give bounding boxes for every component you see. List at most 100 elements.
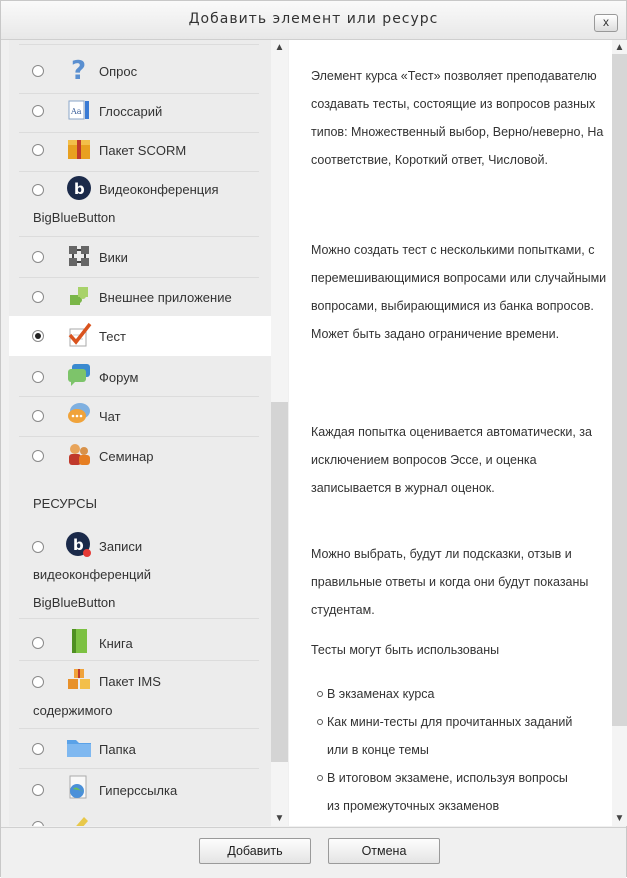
module-option-lti[interactable]: Внешнее приложение xyxy=(9,278,271,316)
bigbluebutton-icon: b xyxy=(65,174,93,202)
module-description: Элемент курса «Тест» позволяет преподава… xyxy=(289,40,612,826)
scroll-up-arrow-icon[interactable]: ▲ xyxy=(271,42,288,53)
dialog-titlebar: Добавить элемент или ресурс x xyxy=(1,1,626,40)
scroll-down-arrow-icon[interactable]: ▼ xyxy=(612,813,627,824)
radio-button[interactable] xyxy=(32,144,44,156)
chat-icon xyxy=(65,400,93,428)
workshop-icon xyxy=(65,440,93,468)
scroll-up-arrow-icon[interactable]: ▲ xyxy=(612,42,627,53)
add-button[interactable]: Добавить xyxy=(199,838,311,864)
dialog-title: Добавить элемент или ресурс xyxy=(188,11,439,27)
bullet-icon xyxy=(317,719,323,725)
radio-button[interactable] xyxy=(32,371,44,383)
separator xyxy=(19,768,259,769)
module-option-bbb-recordings[interactable]: b Записи видеоконференций BigBlueButton xyxy=(9,528,271,616)
radio-button[interactable] xyxy=(32,743,44,755)
module-label: Опрос xyxy=(99,64,138,79)
module-label-continued: BigBlueButton xyxy=(33,595,116,610)
module-option-quiz[interactable]: Тест xyxy=(9,316,271,356)
wiki-icon xyxy=(65,242,93,270)
description-scrollbar[interactable]: ▲ ▼ xyxy=(612,40,627,826)
module-label-continued: содержимого xyxy=(33,703,113,718)
module-label-continued: BigBlueButton xyxy=(33,210,116,225)
module-label: Глоссарий xyxy=(99,104,163,119)
module-label: Книга xyxy=(99,636,133,651)
radio-button[interactable] xyxy=(32,65,44,77)
ims-package-icon xyxy=(65,666,93,694)
separator xyxy=(19,44,259,45)
url-icon xyxy=(65,774,93,802)
radio-button[interactable] xyxy=(32,637,44,649)
glossary-icon: Aa xyxy=(65,96,93,124)
svg-text:?: ? xyxy=(71,57,86,83)
module-label: Форум xyxy=(99,370,139,385)
module-label: Гиперссылка xyxy=(99,783,178,798)
radio-button-selected[interactable] xyxy=(32,330,44,342)
description-bullet: Как мини-тесты для прочитанных заданий и… xyxy=(317,708,577,764)
scorm-package-icon xyxy=(65,135,93,163)
scrollbar-thumb[interactable] xyxy=(612,54,627,726)
module-option-ims[interactable]: Пакет IMS содержимого xyxy=(9,663,271,723)
module-label-continued: видеоконференций xyxy=(33,567,151,582)
folder-icon xyxy=(65,733,93,761)
scroll-down-arrow-icon[interactable]: ▼ xyxy=(271,813,288,824)
radio-button[interactable] xyxy=(32,676,44,688)
add-activity-dialog: Добавить элемент или ресурс x ? Опрос Aa… xyxy=(0,0,627,878)
forum-icon xyxy=(65,361,93,389)
separator xyxy=(19,660,259,661)
separator xyxy=(19,236,259,237)
description-paragraph: Элемент курса «Тест» позволяет преподава… xyxy=(311,69,604,167)
module-option-scorm[interactable]: Пакет SCORM xyxy=(9,131,271,169)
radio-button[interactable] xyxy=(32,291,44,303)
bullet-icon xyxy=(317,775,323,781)
module-option-book[interactable]: Книга xyxy=(9,624,271,662)
description-bullet: В экзаменах курса xyxy=(317,680,587,708)
module-option-forum[interactable]: Форум xyxy=(9,358,271,396)
module-label: Тест xyxy=(99,329,126,344)
bullet-text: В итоговом экзамене, используя вопросы и… xyxy=(327,771,568,813)
module-option-bigbluebutton[interactable]: b Видеоконференция BigBlueButton xyxy=(9,171,271,229)
close-button[interactable]: x xyxy=(594,14,618,32)
module-label: Чат xyxy=(99,409,121,424)
module-option-folder[interactable]: Папка xyxy=(9,730,271,768)
description-paragraph: Каждая попытка оценивается автоматически… xyxy=(311,425,592,495)
radio-button[interactable] xyxy=(32,821,44,826)
module-list-scrollbar[interactable]: ▲ ▼ xyxy=(271,40,288,826)
radio-button[interactable] xyxy=(32,184,44,196)
radio-button[interactable] xyxy=(32,251,44,263)
book-icon xyxy=(65,627,93,655)
radio-button[interactable] xyxy=(32,410,44,422)
module-label: Пакет SCORM xyxy=(99,143,187,158)
dialog-footer: Добавить Отмена xyxy=(1,827,626,878)
scrollbar-thumb[interactable] xyxy=(271,402,288,762)
radio-button[interactable] xyxy=(32,541,44,553)
module-option-url[interactable]: Гиперссылка xyxy=(9,771,271,809)
module-label: Пакет IMS xyxy=(99,674,161,689)
puzzle-icon xyxy=(65,282,93,310)
module-option-wiki[interactable]: Вики xyxy=(9,238,271,276)
recordings-icon: b xyxy=(65,531,93,559)
module-option-feedback[interactable]: ? Опрос xyxy=(9,52,271,90)
svg-text:b: b xyxy=(74,180,85,198)
svg-text:b: b xyxy=(73,536,84,554)
radio-button[interactable] xyxy=(32,450,44,462)
description-paragraph: Можно создать тест с несколькими попытка… xyxy=(311,243,607,341)
resources-heading: РЕСУРСЫ xyxy=(33,496,97,511)
radio-button[interactable] xyxy=(32,105,44,117)
description-paragraph: Можно выбрать, будут ли подсказки, отзыв… xyxy=(311,547,589,617)
bullet-icon xyxy=(317,691,323,697)
module-option-chat[interactable]: Чат xyxy=(9,397,271,435)
bullet-text: В экзаменах курса xyxy=(327,687,435,701)
page-icon xyxy=(65,812,93,826)
separator xyxy=(19,728,259,729)
module-label: Внешнее приложение xyxy=(99,290,232,305)
module-label: Семинар xyxy=(99,449,154,464)
module-option-workshop[interactable]: Семинар xyxy=(9,437,271,475)
module-label: Видеоконференция xyxy=(99,182,219,197)
radio-button[interactable] xyxy=(32,784,44,796)
cancel-button[interactable]: Отмена xyxy=(328,838,440,864)
module-option-glossary[interactable]: Aa Глоссарий xyxy=(9,92,271,130)
question-icon: ? xyxy=(65,56,93,84)
module-label: Записи xyxy=(99,539,143,554)
module-label: Вики xyxy=(99,250,128,265)
